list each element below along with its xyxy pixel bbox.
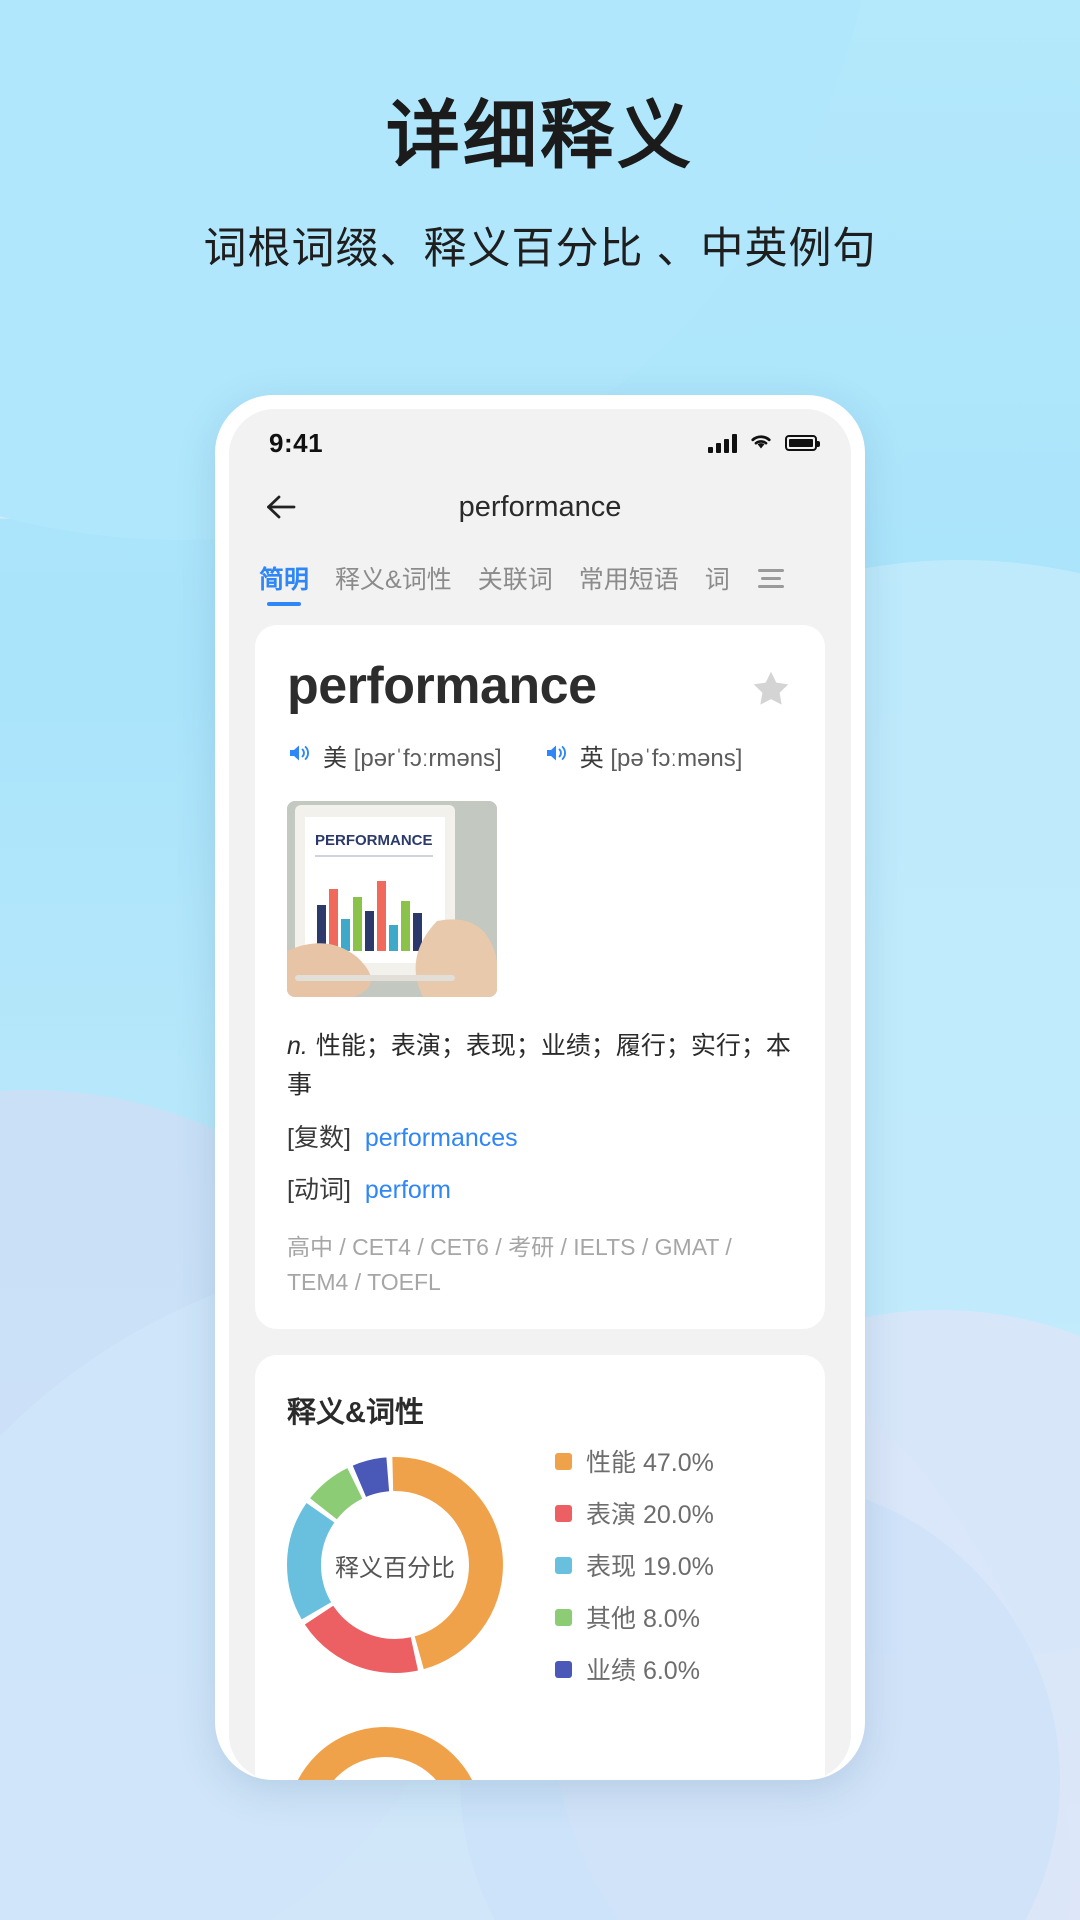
verb-label: [动词] (287, 1176, 351, 1205)
phonetics-row: 美 [pərˈfɔːrməns] 英 [pəˈfɔːməns] (287, 738, 793, 773)
plural-line: [复数] performances (287, 1119, 793, 1158)
phonetic-us-region: 美 (323, 745, 347, 772)
tab-changyongduanyu[interactable]: 常用短语 (579, 560, 679, 608)
legend-item: 业绩 6.0% (555, 1651, 714, 1687)
tab-ci[interactable]: 词 (705, 560, 730, 608)
plural-value[interactable]: performances (365, 1124, 518, 1152)
verb-value[interactable]: perform (365, 1176, 451, 1204)
definitions: n. 性能；表演；表现；业绩；履行；实行；本事 [复数] performances… (287, 1027, 793, 1299)
page-content: performance 美 [pərˈfɔːrməns] 英 [pəˈfɔːmə… (229, 617, 851, 1780)
phonetic-uk-region: 英 (579, 745, 604, 772)
pos-percentage-chart: 词性百分比 名词 100% (287, 1721, 793, 1780)
legend-item: 表现 19.0% (555, 1547, 714, 1583)
promo-headline: 详细释义 词根词缀、释义百分比 、中英例句 (0, 95, 1080, 276)
promo-title: 详细释义 (386, 94, 694, 177)
legend-label: 业绩 6.0% (586, 1657, 700, 1685)
definition-line: n. 性能；表演；表现；业绩；履行；实行；本事 (287, 1027, 793, 1105)
speaker-icon[interactable] (544, 741, 570, 770)
tab-guanlianci[interactable]: 关联词 (478, 560, 553, 608)
tab-jianming[interactable]: 简明 (259, 560, 309, 608)
signal-bars-icon (708, 433, 737, 453)
tab-bar: 简明 释义&词性 关联词 常用短语 词 (229, 543, 851, 617)
status-icons (708, 431, 820, 456)
wifi-icon (748, 431, 774, 456)
list-menu-icon[interactable] (757, 568, 784, 588)
legend-swatch (555, 1608, 572, 1626)
promo-subtitle: 词根词缀、释义百分比 、中英例句 (203, 225, 877, 274)
meaning-donut: 释义百分比 (287, 1457, 503, 1673)
legend-item: 性能 47.0% (555, 1443, 714, 1479)
pos-donut: 词性百分比 (287, 1727, 483, 1780)
illustration-caption: PERFORMANCE (315, 832, 433, 849)
legend-item: 表演 20.0% (555, 1495, 714, 1531)
legend-swatch (555, 1660, 572, 1678)
star-icon[interactable] (749, 667, 793, 716)
status-time: 9:41 (269, 427, 324, 458)
legend-swatch (555, 1504, 572, 1522)
part-of-speech: n. (287, 1032, 308, 1060)
verb-line: [动词] perform (287, 1171, 793, 1210)
phonetic-us[interactable]: 美 [pərˈfɔːrməns] (287, 738, 502, 773)
phonetic-uk[interactable]: 英 [pəˈfɔːməns] (544, 738, 743, 773)
meaning-legend: 性能 47.0% 表演 20.0% 表现 19.0% 其他 8.0% 业绩 6.0% (555, 1443, 714, 1687)
legend-label: 性能 47.0% (586, 1449, 714, 1477)
chart-card-title: 释义&词性 (287, 1397, 424, 1429)
plural-label: [复数] (287, 1123, 351, 1152)
phone-mockup: 9:41 performance 简明 释义&词性 关联词 常用短语 词 per… (215, 395, 865, 1780)
donut-slice (287, 1727, 483, 1780)
phonetic-uk-ipa: [pəˈfɔːməns] (610, 745, 743, 772)
word-illustration: PERFORMANCE (287, 801, 497, 997)
phone-screen: 9:41 performance 简明 释义&词性 关联词 常用短语 词 per… (229, 409, 851, 1780)
word-header: performance (287, 659, 793, 716)
legend-label: 表现 19.0% (586, 1553, 714, 1581)
navbar-title: performance (458, 490, 622, 523)
tab-shiyi-cixing[interactable]: 释义&词性 (335, 560, 452, 608)
legend-item: 其他 8.0% (555, 1599, 714, 1635)
speaker-icon[interactable] (287, 741, 313, 770)
headword: performance (287, 657, 597, 715)
legend-label: 其他 8.0% (586, 1605, 700, 1633)
definition-text: 性能；表演；表现；业绩；履行；实行；本事 (287, 1032, 791, 1099)
status-bar: 9:41 (229, 409, 851, 471)
phonetic-us-text: 美 [pərˈfɔːrməns] (323, 738, 502, 773)
battery-icon (785, 435, 820, 451)
meaning-percentage-chart: 释义百分比 性能 47.0% 表演 20.0% 表现 19.0% 其他 8.0% 业绩 … (287, 1443, 793, 1687)
word-card: performance 美 [pərˈfɔːrməns] 英 [pəˈfɔːmə… (255, 625, 825, 1329)
navbar: performance (229, 471, 851, 543)
legend-swatch (555, 1452, 572, 1470)
phonetic-us-ipa: [pərˈfɔːrməns] (353, 745, 502, 772)
exam-tags: 高中 / CET4 / CET6 / 考研 / IELTS / GMAT / T… (287, 1234, 732, 1295)
legend-swatch (555, 1556, 572, 1574)
phonetic-uk-text: 英 [pəˈfɔːməns] (580, 738, 743, 773)
back-arrow-icon[interactable] (259, 484, 305, 530)
legend-label: 表演 20.0% (586, 1501, 714, 1529)
chart-card: 释义&词性 释义百分比 性能 47.0% 表演 20.0% 表现 19.0% 其他 8… (255, 1355, 825, 1780)
